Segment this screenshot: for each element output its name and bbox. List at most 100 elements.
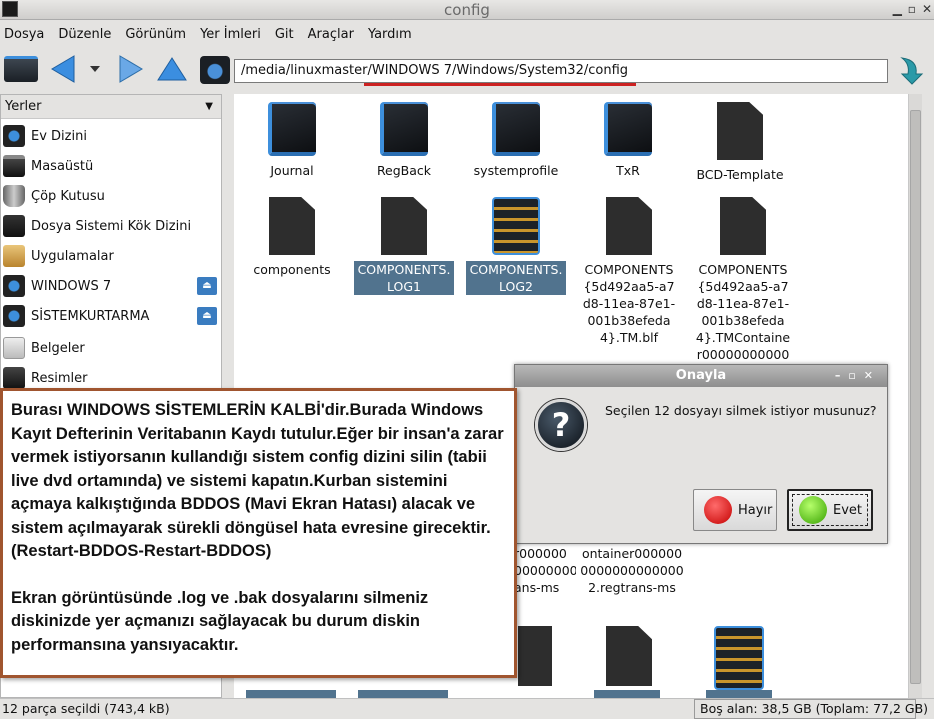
sidebar-item-documents[interactable]: Belgeler <box>1 335 221 361</box>
eject-icon[interactable]: ⏏ <box>197 307 217 325</box>
sidebar-item-sistemkurtarma[interactable]: SİSTEMKURTARMA ⏏ <box>1 303 221 329</box>
menu-file[interactable]: Dosya <box>4 27 44 42</box>
file-item[interactable]: COMPONENTS{5d492aa5-a7d8-11ea-87e1-001b3… <box>576 197 682 346</box>
file-item[interactable]: RegBack <box>360 102 448 179</box>
file-icon <box>518 626 552 686</box>
file-icon <box>717 102 763 160</box>
selection-status: 12 parça seçildi (743,4 kB) <box>2 701 170 716</box>
file-label: systemprofile <box>473 163 559 178</box>
file-label: components <box>253 262 331 277</box>
address-bar[interactable]: /media/linuxmaster/WINDOWS 7/Windows/Sys… <box>234 59 888 83</box>
sidebar-item-home[interactable]: Ev Dizini <box>1 123 221 149</box>
forward-arrow-icon[interactable] <box>116 54 146 84</box>
file-item[interactable]: Journal <box>248 102 336 179</box>
file-item[interactable]: systemprofile <box>466 102 566 179</box>
window-title: config <box>444 1 490 19</box>
annotation-paragraph: Burası WINDOWS SİSTEMLERİN KALBİ'dir.Bur… <box>11 401 504 560</box>
file-label: TxR <box>616 163 640 178</box>
menu-view[interactable]: Görünüm <box>125 27 186 42</box>
folder-icon <box>380 102 428 156</box>
chevron-down-icon[interactable]: ▼ <box>205 101 213 112</box>
file-label: COMPONENTS.LOG1 <box>354 261 454 295</box>
dialog-title-bar: Onayla –▫✕ <box>515 365 887 387</box>
sidebar-item-label: Ev Dizini <box>31 128 87 144</box>
drive-icon <box>3 275 25 297</box>
file-item[interactable]: TxR <box>584 102 672 179</box>
menu-bar: Dosya Düzenle Görünüm Yer İmleri Git Ara… <box>0 20 934 48</box>
sidebar-item-root[interactable]: Dosya Sistemi Kök Dizini <box>1 213 221 239</box>
no-button[interactable]: Hayır <box>693 489 777 531</box>
sidebar-item-windows7[interactable]: WINDOWS 7 ⏏ <box>1 273 221 299</box>
file-item[interactable]: components <box>248 197 336 278</box>
close-icon[interactable]: ✕ <box>922 2 932 16</box>
sidebar-item-applications[interactable]: Uygulamalar <box>1 243 221 269</box>
scrollbar-thumb[interactable] <box>910 110 921 684</box>
sidebar-item-label: Uygulamalar <box>31 248 114 264</box>
pictures-icon <box>3 367 25 389</box>
file-label: COMPONENTS{5d492aa5-a7d8-11ea-87e1-001b3… <box>695 262 791 365</box>
red-circle-icon <box>704 496 732 524</box>
annotation-note: Burası WINDOWS SİSTEMLERİN KALBİ'dir.Bur… <box>0 388 517 678</box>
file-icon <box>269 197 315 255</box>
sidebar-item-desktop[interactable]: Masaüstü <box>1 153 221 179</box>
menu-help[interactable]: Yardım <box>368 27 412 42</box>
file-item[interactable]: BCD-Template <box>690 102 790 183</box>
file-icon <box>381 197 427 255</box>
file-icon <box>720 197 766 255</box>
back-arrow-icon[interactable] <box>48 54 78 84</box>
text-file-icon <box>714 626 764 690</box>
yes-button-label: Evet <box>833 502 863 518</box>
selected-label-fragment <box>594 690 660 698</box>
folder-icon <box>604 102 652 156</box>
menu-go[interactable]: Git <box>275 27 294 42</box>
applications-icon <box>3 245 25 267</box>
sidebar-item-trash[interactable]: Çöp Kutusu <box>1 183 221 209</box>
file-item[interactable]: COMPONENTS{5d492aa5-a7d8-11ea-87e1-001b3… <box>690 197 796 365</box>
drive-icon <box>3 305 25 327</box>
menu-edit[interactable]: Düzenle <box>58 27 111 42</box>
minimize-icon[interactable]: ▁ <box>893 2 902 16</box>
address-highlight-underline <box>364 83 636 86</box>
title-bar: config ▁ ▫ ✕ <box>0 0 934 20</box>
selected-label-fragment <box>246 690 336 698</box>
yes-button[interactable]: Evet <box>787 489 873 531</box>
menu-bookmarks[interactable]: Yer İmleri <box>200 27 261 42</box>
home-folder-icon[interactable] <box>200 56 230 84</box>
file-icon <box>606 626 652 686</box>
sidebar-item-label: SİSTEMKURTARMA <box>31 308 150 324</box>
sidebar-item-label: Çöp Kutusu <box>31 188 105 204</box>
file-item[interactable]: COMPONENTS.LOG1 <box>352 197 456 295</box>
disk-space-status: Boş alan: 38,5 GB (Toplam: 77,2 GB) <box>694 699 928 719</box>
no-button-label: Hayır <box>738 502 773 518</box>
sidebar-item-label: Dosya Sistemi Kök Dizini <box>31 218 192 234</box>
go-arrow-icon[interactable] <box>894 54 926 86</box>
confirm-dialog: Onayla –▫✕ ? Seçilen 12 dosyayı silmek i… <box>514 364 888 544</box>
file-item[interactable]: COMPONENTS.LOG2 <box>464 197 568 295</box>
dialog-title: Onayla <box>675 368 727 383</box>
menu-tools[interactable]: Araçlar <box>308 27 354 42</box>
selected-label-fragment <box>358 690 448 698</box>
new-tab-button[interactable] <box>4 56 38 82</box>
eject-icon[interactable]: ⏏ <box>197 277 217 295</box>
sidebar-header[interactable]: Yerler ▼ <box>1 95 221 119</box>
annotation-paragraph: Ekran görüntüsünde .log ve .bak dosyalar… <box>11 588 429 654</box>
partial-file-label: ontainer000000 0000000000000 2.regtrans-ms <box>580 546 684 595</box>
sidebar-item-label: WINDOWS 7 <box>31 278 112 294</box>
dialog-window-controls[interactable]: –▫✕ <box>835 365 881 387</box>
partial-file-label: r000000 00000000 ans-ms <box>514 546 576 595</box>
folder-icon <box>268 102 316 156</box>
file-label: COMPONENTS{5d492aa5-a7d8-11ea-87e1-001b3… <box>582 262 676 345</box>
file-label: Journal <box>270 163 314 178</box>
history-dropdown-icon[interactable] <box>88 62 102 76</box>
question-icon: ? <box>535 399 587 451</box>
home-icon <box>3 125 25 147</box>
folder-icon <box>492 102 540 156</box>
trash-icon <box>3 185 25 207</box>
file-label: COMPONENTS.LOG2 <box>466 261 566 295</box>
up-arrow-icon[interactable] <box>156 54 188 84</box>
vertical-scrollbar[interactable] <box>908 94 922 698</box>
address-path: /media/linuxmaster/WINDOWS 7/Windows/Sys… <box>241 63 629 78</box>
file-label: BCD-Template <box>696 167 784 182</box>
maximize-icon[interactable]: ▫ <box>908 2 916 16</box>
drive-icon <box>3 215 25 237</box>
